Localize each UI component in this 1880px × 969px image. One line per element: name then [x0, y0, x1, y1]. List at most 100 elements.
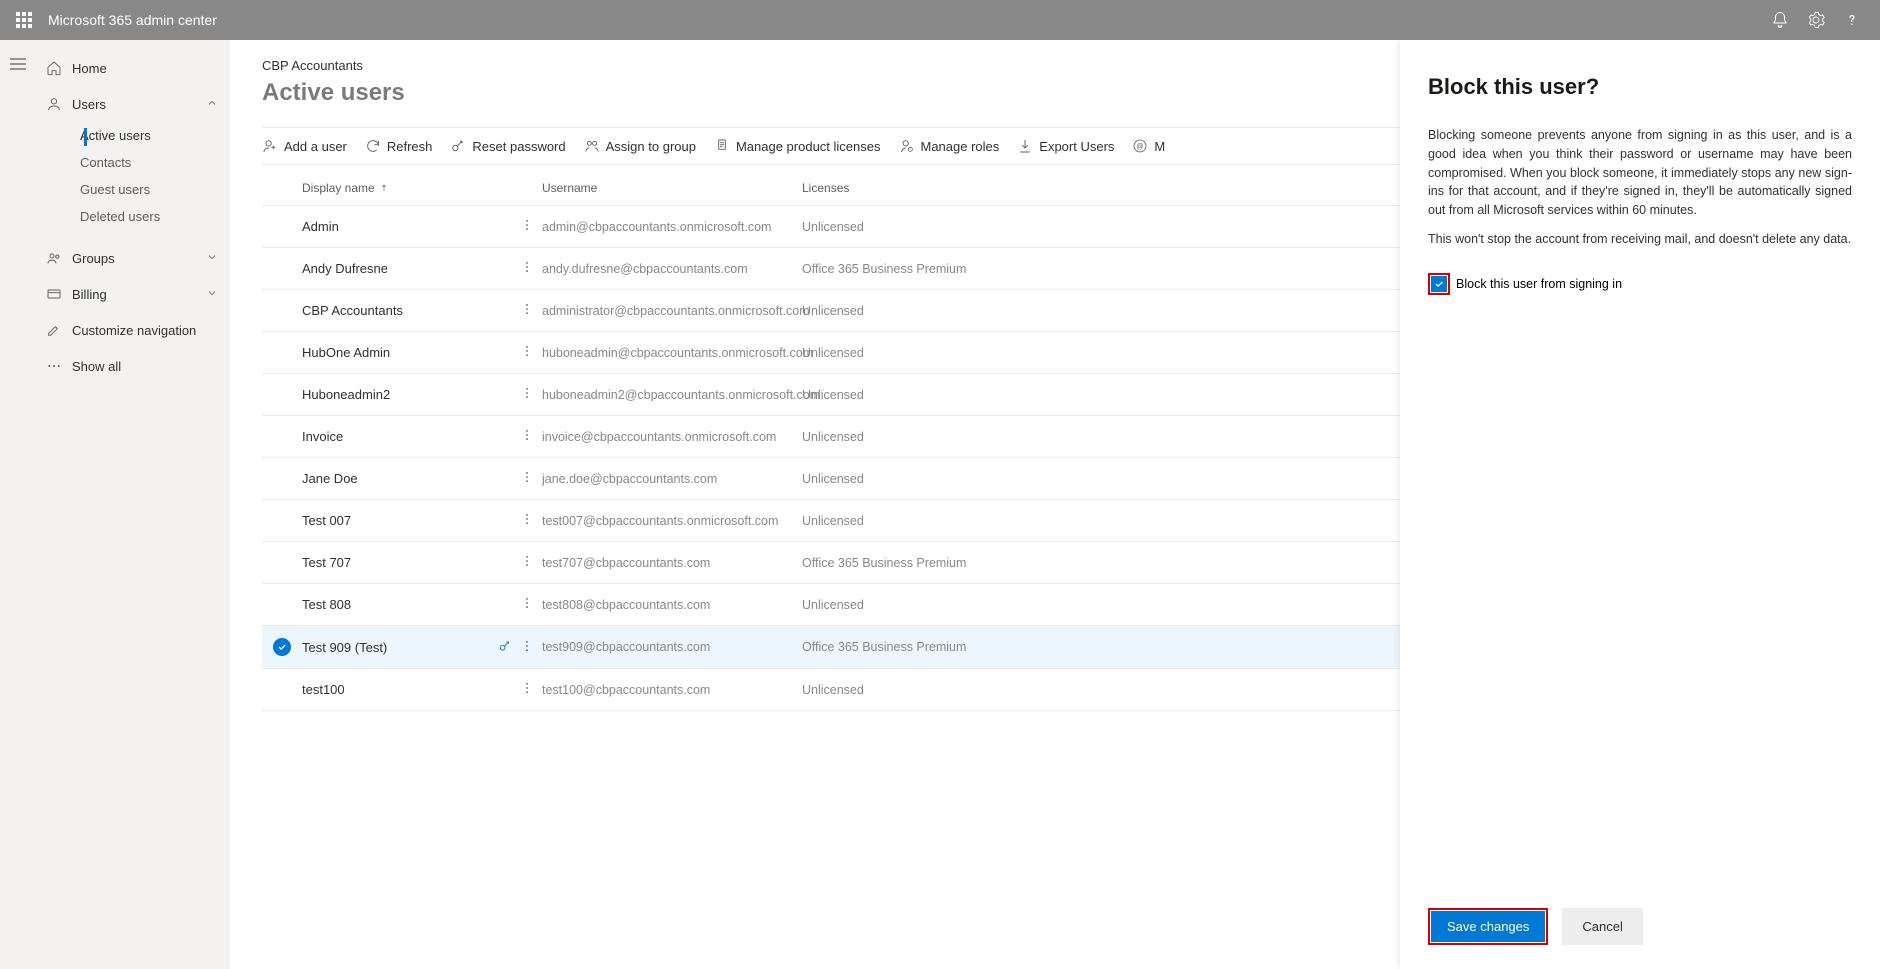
row-display-name[interactable]: Andy Dufresne [302, 261, 502, 276]
cmd-refresh[interactable]: Refresh [365, 138, 433, 154]
row-actions-cell [502, 344, 542, 361]
cmd-export-users[interactable]: Export Users [1017, 138, 1114, 154]
cancel-button[interactable]: Cancel [1562, 908, 1642, 945]
cmd-reset-label: Reset password [472, 139, 565, 154]
row-more-icon[interactable] [520, 554, 534, 571]
nav-contacts[interactable]: Contacts [70, 149, 230, 176]
nav-customize[interactable]: Customize navigation [40, 312, 230, 348]
chevron-up-icon [206, 97, 218, 112]
row-more-icon[interactable] [520, 344, 534, 361]
row-username: andy.dufresne@cbpaccountants.com [542, 262, 802, 276]
edit-icon [44, 320, 64, 340]
row-select-cell[interactable] [262, 638, 302, 656]
row-actions-cell [502, 596, 542, 613]
row-more-icon[interactable] [520, 596, 534, 613]
row-username: admin@cbpaccountants.onmicrosoft.com [542, 220, 802, 234]
nav-toggle-icon[interactable] [8, 54, 32, 78]
nav-users-label: Users [72, 97, 106, 112]
row-license: Office 365 Business Premium [802, 640, 1062, 654]
row-username: administrator@cbpaccountants.onmicrosoft… [542, 304, 802, 318]
cmd-manage-licenses[interactable]: Manage product licenses [714, 138, 881, 154]
row-display-name[interactable]: test100 [302, 682, 502, 697]
row-more-icon[interactable] [520, 428, 534, 445]
row-username: huboneadmin2@cbpaccountants.onmicrosoft.… [542, 388, 802, 402]
block-signin-checkbox-row[interactable]: Block this user from signing in [1428, 273, 1852, 295]
nav-deleted-users[interactable]: Deleted users [70, 203, 230, 230]
cmd-assign-group[interactable]: Assign to group [584, 138, 696, 154]
row-more-icon[interactable] [520, 218, 534, 235]
nav-users-children: Active users Contacts Guest users Delete… [40, 122, 230, 230]
row-display-name[interactable]: Jane Doe [302, 471, 502, 486]
row-username: test100@cbpaccountants.com [542, 683, 802, 697]
nav-billing-label: Billing [72, 287, 107, 302]
nav-groups-label: Groups [72, 251, 115, 266]
col-licenses[interactable]: Licenses [802, 181, 1062, 195]
nav-showall[interactable]: Show all [40, 348, 230, 384]
cmd-assign-label: Assign to group [606, 139, 696, 154]
cmd-overflow[interactable]: @ M [1132, 138, 1165, 154]
save-changes-button[interactable]: Save changes [1431, 911, 1545, 942]
selected-check-icon [273, 638, 291, 656]
row-display-name[interactable]: Invoice [302, 429, 502, 444]
app-launcher-icon[interactable] [10, 6, 38, 34]
row-display-name[interactable]: HubOne Admin [302, 345, 502, 360]
notifications-icon[interactable] [1762, 2, 1798, 38]
row-display-name[interactable]: Test 909 (Test) [302, 640, 502, 655]
nav-groups[interactable]: Groups [40, 240, 230, 276]
row-more-icon[interactable] [520, 639, 534, 656]
row-license: Unlicensed [802, 430, 1062, 444]
row-more-icon[interactable] [520, 302, 534, 319]
help-icon[interactable] [1834, 2, 1870, 38]
row-display-name[interactable]: CBP Accountants [302, 303, 502, 318]
row-display-name[interactable]: Test 808 [302, 597, 502, 612]
row-actions-cell [502, 260, 542, 277]
main-content: CBP Accountants Active users Add a user … [230, 40, 1880, 969]
cmd-add-user[interactable]: Add a user [262, 138, 347, 154]
settings-icon[interactable] [1798, 2, 1834, 38]
row-actions-cell [502, 386, 542, 403]
cmd-manage-lic-label: Manage product licenses [736, 139, 881, 154]
row-actions-cell [502, 554, 542, 571]
row-display-name[interactable]: Test 007 [302, 513, 502, 528]
row-username: test007@cbpaccountants.onmicrosoft.com [542, 514, 802, 528]
more-icon [44, 356, 64, 376]
row-display-name[interactable]: Admin [302, 219, 502, 234]
row-license: Unlicensed [802, 220, 1062, 234]
checkbox-checked-icon[interactable] [1431, 276, 1447, 292]
checkbox-highlight [1428, 273, 1450, 295]
key-icon[interactable] [498, 639, 512, 656]
row-license: Unlicensed [802, 472, 1062, 486]
nav-guest-users[interactable]: Guest users [70, 176, 230, 203]
row-more-icon[interactable] [520, 681, 534, 698]
sidebar: Home Users Active users Contacts Guest u… [40, 40, 230, 969]
row-display-name[interactable]: Test 707 [302, 555, 502, 570]
col-display-name[interactable]: Display name [302, 181, 542, 195]
row-username: jane.doe@cbpaccountants.com [542, 472, 802, 486]
nav-active-users[interactable]: Active users [70, 122, 230, 149]
row-actions-cell [502, 512, 542, 529]
row-actions-cell [502, 639, 542, 656]
panel-paragraph-1: Blocking someone prevents anyone from si… [1428, 126, 1852, 220]
cmd-refresh-label: Refresh [387, 139, 433, 154]
cmd-reset-password[interactable]: Reset password [450, 138, 565, 154]
chevron-down-icon [206, 287, 218, 302]
row-more-icon[interactable] [520, 470, 534, 487]
row-license: Office 365 Business Premium [802, 262, 1062, 276]
cmd-manage-roles[interactable]: Manage roles [899, 138, 1000, 154]
nav-billing[interactable]: Billing [40, 276, 230, 312]
row-username: huboneadmin@cbpaccountants.onmicrosoft.c… [542, 346, 802, 360]
nav-home[interactable]: Home [40, 50, 230, 86]
row-display-name[interactable]: Huboneadmin2 [302, 387, 502, 402]
row-license: Unlicensed [802, 304, 1062, 318]
row-username: invoice@cbpaccountants.onmicrosoft.com [542, 430, 802, 444]
svg-text:@: @ [1137, 142, 1144, 151]
nav-users[interactable]: Users [40, 86, 230, 122]
row-more-icon[interactable] [520, 260, 534, 277]
col-username[interactable]: Username [542, 181, 802, 195]
cmd-export-label: Export Users [1039, 139, 1114, 154]
row-username: test707@cbpaccountants.com [542, 556, 802, 570]
card-icon [44, 284, 64, 304]
row-username: test909@cbpaccountants.com [542, 640, 802, 654]
row-more-icon[interactable] [520, 386, 534, 403]
row-more-icon[interactable] [520, 512, 534, 529]
